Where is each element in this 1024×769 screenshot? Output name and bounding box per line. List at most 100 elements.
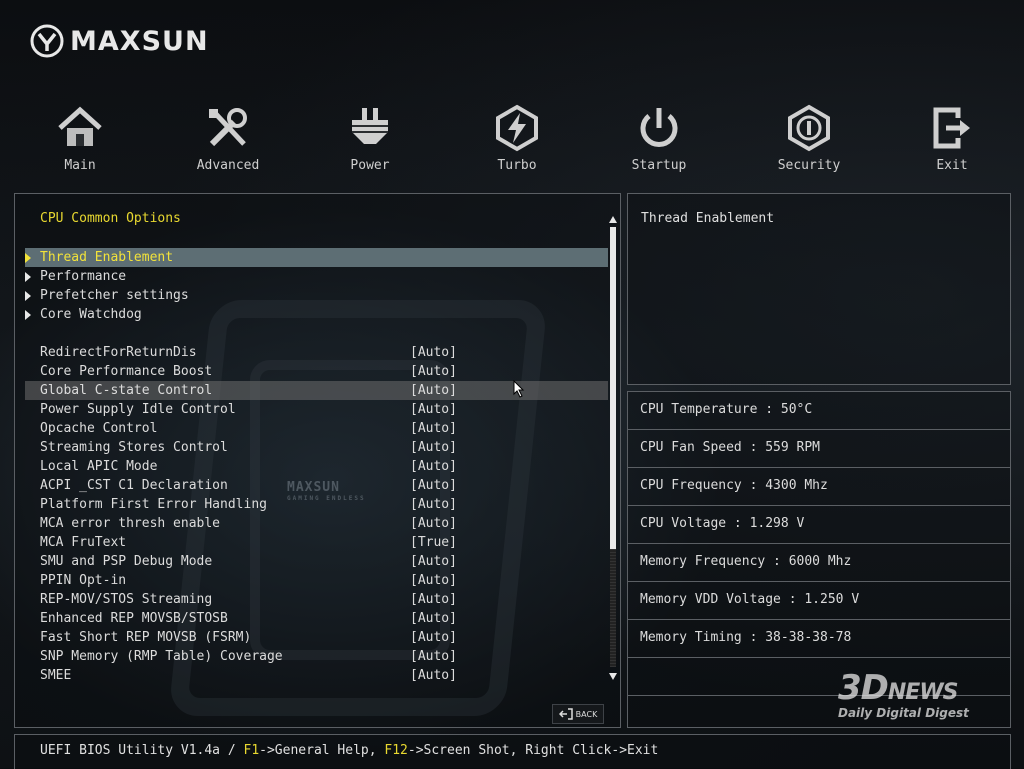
setting-name: Opcache Control — [40, 421, 158, 436]
setting-row[interactable]: Local APIC Mode [Auto] — [25, 457, 608, 476]
submenu-arrow-icon — [25, 272, 31, 282]
status-bar: UEFI BIOS Utility V1.4a / F1->General He… — [14, 734, 1011, 769]
power-button-icon — [640, 108, 678, 147]
tab-label: Advanced — [196, 158, 260, 173]
info-cpu-fan-speed: CPU Fan Speed : 559 RPM — [628, 430, 1010, 468]
setting-value[interactable]: [Auto] — [410, 666, 457, 685]
submenu-arrow-icon — [25, 253, 31, 263]
submenu-prefetcher-settings[interactable]: Prefetcher settings — [25, 286, 608, 305]
tab-label: Security — [777, 158, 841, 173]
setting-row[interactable]: Opcache Control [Auto] — [25, 419, 608, 438]
setting-row[interactable]: Platform First Error Handling [Auto] — [25, 495, 608, 514]
brand-name: MAXSUN — [70, 25, 209, 57]
exit-icon — [933, 107, 970, 149]
setting-value[interactable]: [Auto] — [410, 514, 457, 533]
tab-power[interactable]: Power — [315, 100, 425, 173]
setting-name: ACPI _CST C1 Declaration — [40, 478, 228, 493]
setting-name: MCA error thresh enable — [40, 516, 221, 531]
tools-icon — [209, 108, 247, 147]
top-nav: Main Advanced Power Turbo Startup Securi… — [0, 100, 1024, 185]
setting-row[interactable]: Power Supply Idle Control [Auto] — [25, 400, 608, 419]
setting-value[interactable]: [Auto] — [410, 362, 457, 381]
setting-name: SNP Memory (RMP Table) Coverage — [40, 649, 283, 664]
info-memory-vdd-voltage: Memory VDD Voltage : 1.250 V — [628, 582, 1010, 620]
setting-value[interactable]: [Auto] — [410, 552, 457, 571]
setting-row[interactable]: SMEE [Auto] — [25, 666, 608, 685]
tab-main[interactable]: Main — [25, 100, 135, 173]
power-plug-icon — [352, 108, 388, 144]
tab-security[interactable]: Security — [754, 100, 864, 173]
submenu-thread-enablement[interactable]: Thread Enablement — [25, 248, 608, 267]
back-label: BACK — [575, 709, 598, 719]
setting-row[interactable]: PPIN Opt-in [Auto] — [25, 571, 608, 590]
submenu-label: Thread Enablement — [40, 250, 174, 265]
info-cpu-temperature: CPU Temperature : 50°C — [628, 392, 1010, 430]
tab-label: Startup — [631, 158, 687, 173]
setting-value[interactable]: [Auto] — [410, 571, 457, 590]
setting-value[interactable]: [Auto] — [410, 628, 457, 647]
setting-name: Power Supply Idle Control — [40, 402, 236, 417]
maxsun-logo-icon — [30, 24, 64, 58]
settings-panel: MAXSUN GAMING ENDLESS CPU Common Options… — [14, 193, 621, 728]
setting-row[interactable]: SMU and PSP Debug Mode [Auto] — [25, 552, 608, 571]
submenu-label: Performance — [40, 269, 127, 284]
setting-row[interactable]: Streaming Stores Control [Auto] — [25, 438, 608, 457]
scroll-up-arrow-icon[interactable] — [609, 216, 617, 223]
tab-label: Power — [350, 158, 390, 173]
setting-row[interactable]: MCA FruText [True] — [25, 533, 608, 552]
back-button[interactable]: BACK — [552, 704, 604, 724]
setting-value[interactable]: [Auto] — [410, 457, 457, 476]
setting-value[interactable]: [Auto] — [410, 590, 457, 609]
scrollbar[interactable] — [609, 212, 617, 680]
brand-logo: MAXSUN — [30, 24, 209, 58]
3dnews-watermark: 3DNEWS Daily Digital Digest — [838, 668, 969, 720]
info-cpu-voltage: CPU Voltage : 1.298 V — [628, 506, 1010, 544]
scroll-down-arrow-icon[interactable] — [609, 673, 617, 680]
setting-row[interactable]: Enhanced REP MOVSB/STOSB [Auto] — [25, 609, 608, 628]
setting-row[interactable]: MCA error thresh enable [Auto] — [25, 514, 608, 533]
submenu-arrow-icon — [25, 291, 31, 301]
setting-row[interactable]: Core Performance Boost [Auto] — [25, 362, 608, 381]
setting-name: Global C-state Control — [40, 383, 213, 398]
setting-name: Platform First Error Handling — [40, 497, 267, 512]
setting-value[interactable]: [Auto] — [410, 476, 457, 495]
submenu-core-watchdog[interactable]: Core Watchdog — [25, 305, 608, 324]
help-panel: Thread Enablement — [627, 193, 1011, 385]
setting-value[interactable]: [True] — [410, 533, 457, 552]
info-memory-frequency: Memory Frequency : 6000 Mhz — [628, 544, 1010, 582]
setting-name: Enhanced REP MOVSB/STOSB — [40, 611, 228, 626]
submenu-performance[interactable]: Performance — [25, 267, 608, 286]
setting-name: REP-MOV/STOS Streaming — [40, 592, 213, 607]
setting-name: PPIN Opt-in — [40, 573, 127, 588]
scroll-thumb[interactable] — [610, 227, 616, 549]
setting-name: SMEE — [40, 668, 72, 683]
back-arrow-icon — [558, 708, 573, 720]
setting-value[interactable]: [Auto] — [410, 438, 457, 457]
submenu-label: Core Watchdog — [40, 307, 142, 322]
tab-advanced[interactable]: Advanced — [173, 100, 283, 173]
setting-value[interactable]: [Auto] — [410, 400, 457, 419]
tab-turbo[interactable]: Turbo — [462, 100, 572, 173]
setting-row[interactable]: RedirectForReturnDis [Auto] — [25, 343, 608, 362]
setting-value[interactable]: [Auto] — [410, 609, 457, 628]
setting-value[interactable]: [Auto] — [410, 419, 457, 438]
info-cpu-frequency: CPU Frequency : 4300 Mhz — [628, 468, 1010, 506]
tab-exit[interactable]: Exit — [897, 100, 1007, 173]
home-icon — [58, 106, 102, 146]
tab-label: Main — [64, 158, 96, 173]
shield-icon — [788, 104, 830, 152]
tab-label: Exit — [936, 158, 968, 173]
setting-name: Core Performance Boost — [40, 364, 213, 379]
setting-row[interactable]: REP-MOV/STOS Streaming [Auto] — [25, 590, 608, 609]
tab-startup[interactable]: Startup — [604, 100, 714, 173]
setting-value[interactable]: [Auto] — [410, 343, 457, 362]
help-title: Thread Enablement — [641, 211, 775, 226]
status-text: UEFI BIOS Utility V1.4a / F1->General He… — [40, 743, 659, 758]
setting-name: SMU and PSP Debug Mode — [40, 554, 213, 569]
setting-row[interactable]: ACPI _CST C1 Declaration [Auto] — [25, 476, 608, 495]
setting-row[interactable]: Fast Short REP MOVSB (FSRM) [Auto] — [25, 628, 608, 647]
setting-value[interactable]: [Auto] — [410, 381, 457, 400]
setting-value[interactable]: [Auto] — [410, 647, 457, 666]
setting-row[interactable]: SNP Memory (RMP Table) Coverage [Auto] — [25, 647, 608, 666]
setting-value[interactable]: [Auto] — [410, 495, 457, 514]
